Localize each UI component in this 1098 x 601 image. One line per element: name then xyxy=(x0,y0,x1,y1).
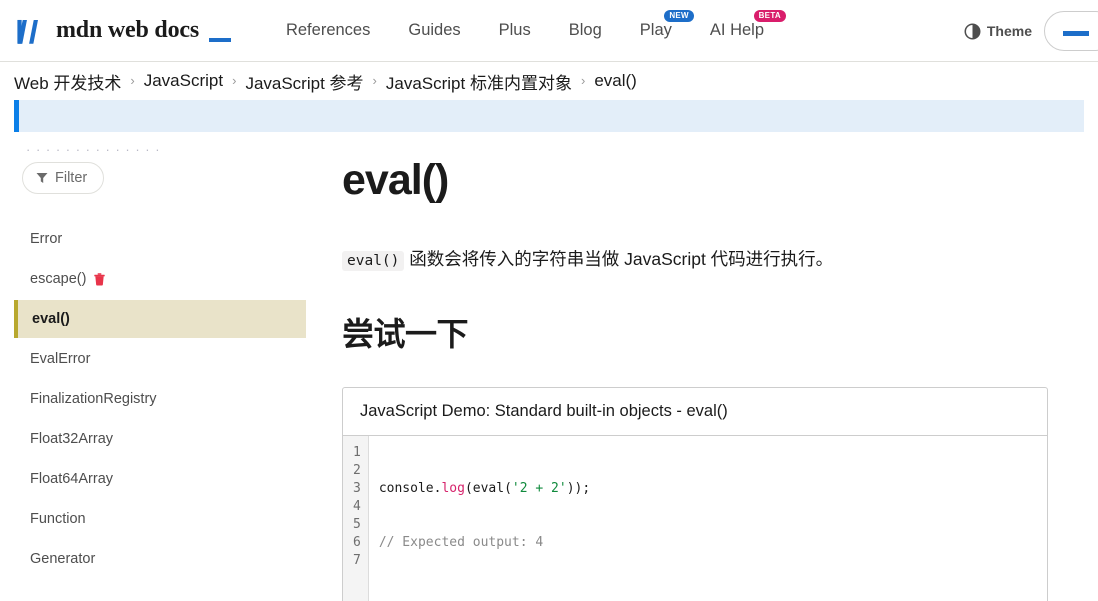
lede-paragraph: eval() 函数会将传入的字符串当做 JavaScript 代码进行执行。 xyxy=(342,245,1056,273)
sidebar-item-escape[interactable]: escape() xyxy=(14,260,306,298)
header-right-group: Theme xyxy=(964,0,1098,62)
sidebar-item-label: Float32Array xyxy=(30,431,114,447)
nav-item-plus[interactable]: Plus xyxy=(480,11,550,50)
line-number-gutter: 1 2 3 4 5 6 7 xyxy=(343,436,369,601)
mdn-logo-link[interactable]: mdn web docs xyxy=(14,16,231,46)
nav-item-references[interactable]: References xyxy=(267,11,389,50)
nav-item-guides[interactable]: Guides xyxy=(389,11,479,50)
breadcrumb-item-current: eval() xyxy=(594,71,637,90)
nav-item-play[interactable]: Play NEW xyxy=(621,10,694,50)
inline-code-eval: eval() xyxy=(342,251,405,271)
new-badge: NEW xyxy=(664,10,694,22)
theme-toggle-button[interactable]: Theme xyxy=(964,23,1032,40)
beta-badge: BETA xyxy=(753,10,786,22)
nav-label: Play xyxy=(639,21,672,39)
sidebar-item-float64array[interactable]: Float64Array xyxy=(14,460,306,498)
logo-underscore-icon xyxy=(208,37,231,42)
sidebar-item-label: eval() xyxy=(32,311,70,327)
code-line: // Expected output: 4 xyxy=(378,535,544,551)
sidebar-item-label: Function xyxy=(30,511,86,527)
page-title: eval() xyxy=(342,156,449,204)
nav-label: Blog xyxy=(568,21,602,39)
sidebar-item-finalizationregistry[interactable]: FinalizationRegistry xyxy=(14,380,306,418)
code-lines[interactable]: console.log(eval('2 + 2')); // Expected … xyxy=(369,436,1047,601)
line-number: 7 xyxy=(353,553,361,569)
search-input[interactable] xyxy=(1044,11,1098,51)
breadcrumb-item-0[interactable]: Web 开发技术 xyxy=(14,69,121,94)
sidebar-item-generator[interactable]: Generator xyxy=(14,540,306,578)
lede-text: 函数会将传入的字符串当做 JavaScript 代码进行执行。 xyxy=(404,249,834,269)
search-dash-icon xyxy=(1063,31,1089,36)
breadcrumb-item-3[interactable]: JavaScript 标准内置对象 xyxy=(386,69,572,94)
code-editor-area[interactable]: 1 2 3 4 5 6 7 console.log(eval('2 + 2'))… xyxy=(343,436,1047,601)
sidebar-item-error[interactable]: Error xyxy=(14,220,306,258)
nav-label: Plus xyxy=(498,21,531,39)
trash-icon xyxy=(94,272,106,286)
theme-label: Theme xyxy=(986,23,1032,39)
nav-label: References xyxy=(285,21,371,39)
line-number: 3 xyxy=(353,481,361,497)
breadcrumb-item-2[interactable]: JavaScript 参考 xyxy=(245,69,363,94)
sidebar-item-label: Error xyxy=(30,231,63,247)
main-content: eval() eval() 函数会将传入的字符串当做 JavaScript 代码… xyxy=(320,134,1098,601)
demo-heading: JavaScript Demo: Standard built-in objec… xyxy=(343,388,1047,437)
filter-label: Filter xyxy=(55,170,88,186)
section-heading-try-it: 尝试一下 xyxy=(342,316,469,353)
nav-item-blog[interactable]: Blog xyxy=(550,11,621,50)
breadcrumb-separator-icon: › xyxy=(372,72,377,88)
top-header: mdn web docs References Guides Plus Blog… xyxy=(0,0,1098,62)
mdn-m-logo-icon xyxy=(17,19,38,44)
sidebar-item-list: Error escape() eval() EvalError Finaliza… xyxy=(14,220,306,578)
nav-item-ai-help[interactable]: AI Help BETA xyxy=(691,10,786,50)
sidebar-item-label: Float64Array xyxy=(30,471,114,487)
line-number: 1 xyxy=(353,445,361,461)
sidebar-item-label: FinalizationRegistry xyxy=(30,391,157,407)
code-line: console.log(eval('2 + 2')); xyxy=(378,481,591,497)
breadcrumb: Web 开发技术 › JavaScript › JavaScript 参考 › … xyxy=(0,62,1098,100)
main-nav: References Guides Plus Blog Play NEW AI … xyxy=(267,10,786,50)
sidebar-item-label: escape() xyxy=(30,271,87,287)
sidebar-item-float32array[interactable]: Float32Array xyxy=(14,420,306,458)
sidebar: · · · · · · · · · · · · · · Filter Error… xyxy=(0,134,320,601)
half-circle-contrast-icon xyxy=(964,23,981,39)
sidebar-item-eval[interactable]: eval() xyxy=(14,300,306,338)
sidebar-clipped-text: · · · · · · · · · · · · · · xyxy=(26,142,161,157)
translation-notice-banner: 此页面由社区从英文翻译而来。了解更多并加入 MDN Web Docs 社区。 xyxy=(14,100,1084,132)
notice-banner-wrapper: 此页面由社区从英文翻译而来。了解更多并加入 MDN Web Docs 社区。 xyxy=(0,100,1098,134)
line-number: 5 xyxy=(353,517,361,533)
nav-label: AI Help xyxy=(709,21,764,39)
breadcrumb-separator-icon: › xyxy=(580,72,586,88)
sidebar-item-label: Generator xyxy=(30,551,96,567)
funnel-icon xyxy=(36,173,48,183)
interactive-demo-box: JavaScript Demo: Standard built-in objec… xyxy=(342,387,1048,601)
logo-text: mdn web docs xyxy=(56,17,199,43)
breadcrumb-separator-icon: › xyxy=(130,72,135,88)
line-number: 6 xyxy=(353,535,361,551)
nav-label: Guides xyxy=(408,21,461,39)
breadcrumb-separator-icon: › xyxy=(232,72,237,88)
sidebar-item-label: EvalError xyxy=(30,351,91,367)
breadcrumb-item-1[interactable]: JavaScript xyxy=(144,71,223,91)
line-number: 2 xyxy=(353,463,361,479)
sidebar-filter-button[interactable]: Filter xyxy=(22,162,105,194)
line-number: 4 xyxy=(353,499,361,515)
sidebar-item-evalerror[interactable]: EvalError xyxy=(14,340,306,378)
page-body: · · · · · · · · · · · · · · Filter Error… xyxy=(0,134,1098,601)
sidebar-item-function[interactable]: Function xyxy=(14,500,306,538)
